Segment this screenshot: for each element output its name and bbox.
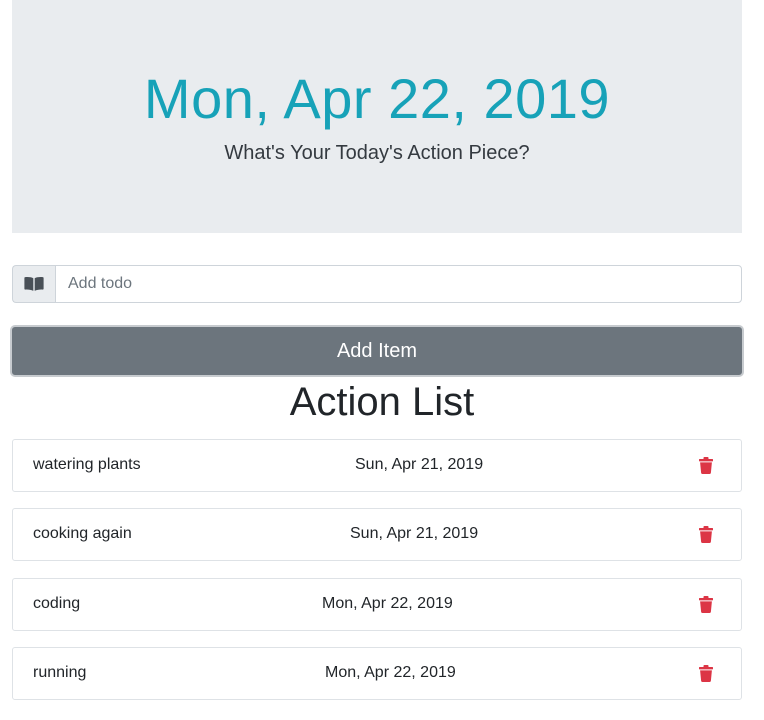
trash-icon[interactable] [699,596,713,613]
item-date: Mon, Apr 22, 2019 [325,664,456,681]
item-date: Sun, Apr 21, 2019 [350,525,479,542]
list-item: running Mon, Apr 22, 2019 [12,647,742,700]
trash-icon[interactable] [699,665,713,682]
trash-icon[interactable] [699,526,713,543]
input-prepend [12,265,55,303]
todo-input[interactable] [55,265,742,303]
item-name: running [33,664,87,681]
add-item-button[interactable]: Add Item [10,325,744,377]
trash-icon[interactable] [699,457,713,474]
list-item: watering plants Sun, Apr 21, 2019 [12,439,742,492]
list-item: cooking again Sun, Apr 21, 2019 [12,508,742,561]
header-subtitle: What's Your Today's Action Piece? [224,142,530,164]
item-name: watering plants [33,456,141,473]
header-jumbotron: Mon, Apr 22, 2019 What's Your Today's Ac… [12,0,742,233]
add-todo-form [12,265,742,303]
item-date: Sun, Apr 21, 2019 [355,456,484,473]
item-name: cooking again [33,525,132,542]
action-list-title: Action List [289,380,475,424]
list-item: coding Mon, Apr 22, 2019 [12,578,742,631]
item-date: Mon, Apr 22, 2019 [322,595,453,612]
item-name: coding [33,595,81,612]
current-date-heading: Mon, Apr 22, 2019 [143,67,611,130]
book-icon [24,276,44,291]
